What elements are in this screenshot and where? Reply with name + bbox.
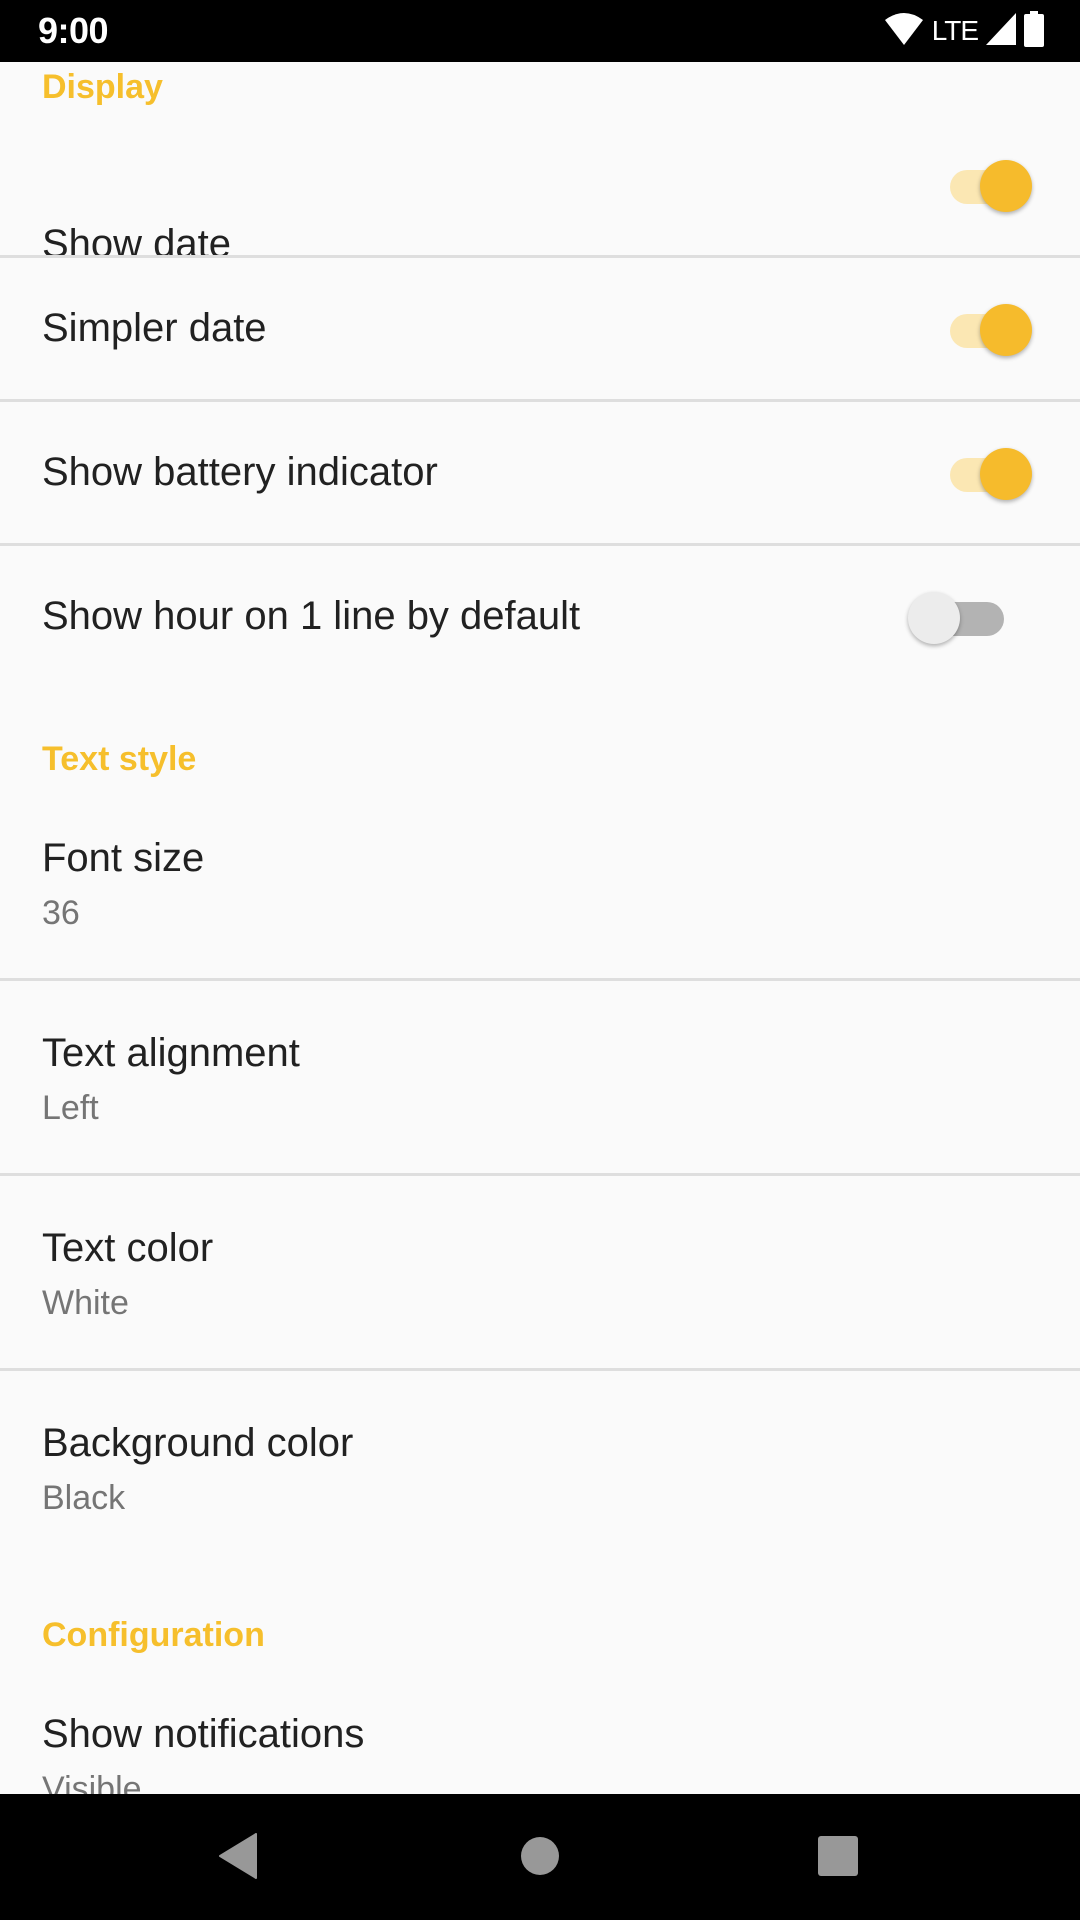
pref-summary: Black [42,1479,126,1517]
pref-title: Show hour on 1 line by default [42,594,581,638]
pref-text-alignment[interactable]: Text alignment Left [0,981,1080,1173]
pref-title: Text color [42,1226,214,1270]
pref-title: Background color [42,1421,354,1465]
pref-title: Show battery indicator [42,450,438,494]
navigation-bar [0,1794,1080,1920]
settings-list[interactable]: Display Show date Simpler date Show batt… [0,62,1080,1794]
home-button[interactable] [510,1830,570,1882]
battery-icon [1024,10,1044,52]
back-button[interactable] [208,1830,268,1882]
show-date-switch[interactable] [940,154,1032,214]
status-icons: LTE [884,10,1044,52]
pref-text-color[interactable]: Text color White [0,1176,1080,1368]
recents-button[interactable] [808,1830,868,1882]
lte-label: LTE [931,15,979,46]
pref-summary: Visible [42,1770,142,1794]
pref-summary: 36 [42,894,80,932]
pref-summary: White [42,1284,129,1322]
pref-font-size[interactable]: Font size 36 [0,802,1080,997]
pref-summary: Left [42,1089,99,1127]
status-time: 9:00 [38,10,109,51]
pref-background-color[interactable]: Background color Black [0,1371,1080,1563]
recents-icon [818,1836,858,1876]
pref-show-battery-indicator[interactable]: Show battery indicator [0,402,1080,543]
simpler-date-switch[interactable] [940,298,1032,358]
pref-title: Show notifications [42,1712,365,1756]
pref-title: Font size [42,836,205,880]
switch-thumb [980,448,1032,500]
switch-thumb [908,592,960,644]
signal-icon [986,12,1016,50]
pref-simpler-date[interactable]: Simpler date [0,258,1080,399]
pref-show-notifications[interactable]: Show notifications Visible [0,1672,1080,1794]
wifi-icon [884,12,924,51]
pref-title: Simpler date [42,306,267,350]
show-battery-switch[interactable] [940,442,1032,502]
section-header-configuration: Configuration [42,1616,265,1654]
section-header-text-style: Text style [42,740,197,778]
switch-thumb [980,160,1032,212]
hour-one-line-switch[interactable] [908,586,1020,646]
status-bar: 9:00 LTE [0,0,1080,62]
switch-thumb [980,304,1032,356]
pref-title: Text alignment [42,1031,300,1075]
section-header-display: Display [42,68,163,106]
back-icon [219,1833,257,1879]
home-icon [521,1837,559,1875]
